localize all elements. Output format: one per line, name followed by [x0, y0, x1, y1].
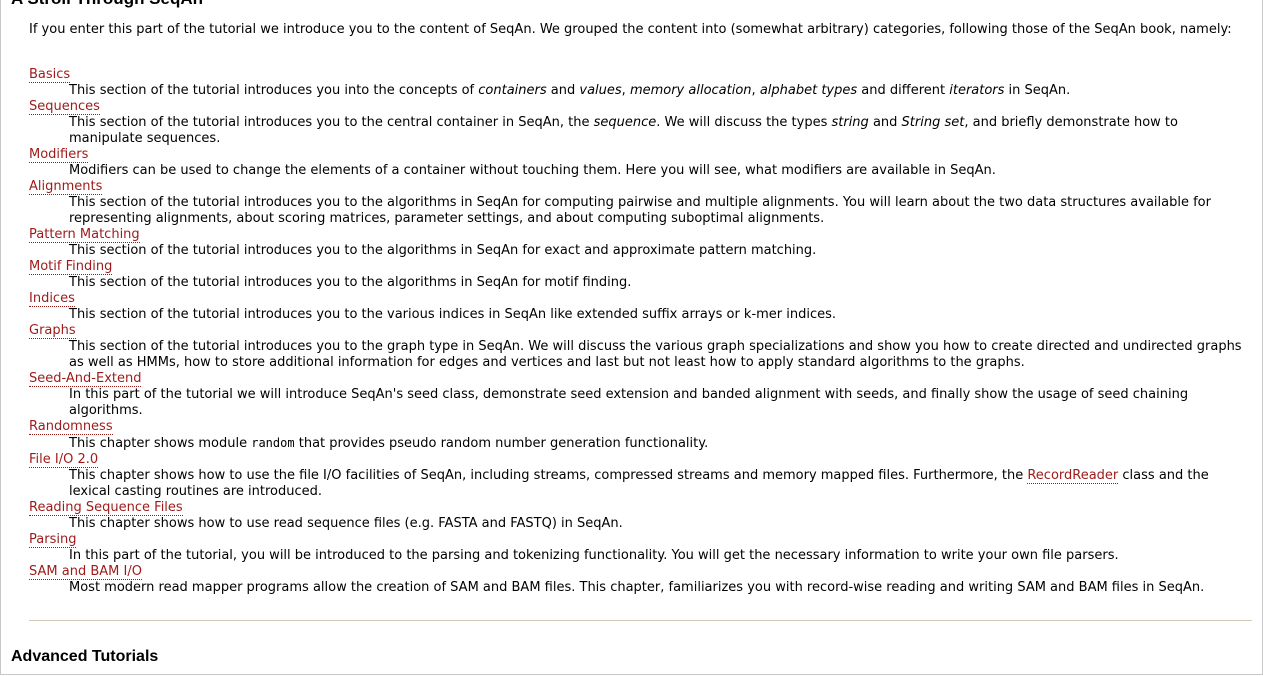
topic-description: In this part of the tutorial, you will b…: [69, 548, 1253, 564]
topic-description: Most modern read mapper programs allow t…: [69, 580, 1253, 596]
description-text: This section of the tutorial introduces …: [69, 83, 479, 98]
description-text: Most modern read mapper programs allow t…: [69, 580, 1205, 595]
description-text: and: [868, 115, 902, 130]
topic-link[interactable]: Randomness: [29, 419, 113, 435]
description-text: This chapter shows module: [69, 436, 252, 451]
emphasis-text: memory allocation: [629, 83, 752, 98]
topic-term: Alignments: [29, 179, 1253, 195]
inline-link[interactable]: RecordReader: [1027, 468, 1119, 484]
topic-term: Seed-And-Extend: [29, 371, 1253, 387]
topic-link[interactable]: Reading Sequence Files: [29, 500, 183, 516]
topic-description: This section of the tutorial introduces …: [69, 83, 1253, 99]
description-text: This section of the tutorial introduces …: [69, 339, 1242, 370]
topic-link[interactable]: Pattern Matching: [29, 227, 140, 243]
topic-description: This section of the tutorial introduces …: [69, 307, 1253, 323]
description-text: This section of the tutorial introduces …: [69, 115, 594, 130]
topic-description: Modifiers can be used to change the elem…: [69, 163, 1253, 179]
emphasis-text: String set: [901, 115, 965, 130]
emphasis-text: values: [579, 83, 622, 98]
topic-link[interactable]: Seed-And-Extend: [29, 371, 142, 387]
topic-term: Indices: [29, 291, 1253, 307]
topic-term: SAM and BAM I/O: [29, 564, 1253, 580]
section-title: A Stroll Through SeqAn: [11, 0, 203, 9]
topic-link[interactable]: Alignments: [29, 179, 103, 195]
description-text: This section of the tutorial introduces …: [69, 243, 817, 258]
topic-term: Graphs: [29, 323, 1253, 339]
topic-link[interactable]: Graphs: [29, 323, 76, 339]
topic-link[interactable]: SAM and BAM I/O: [29, 564, 142, 580]
advanced-tutorials-heading: Advanced Tutorials: [11, 648, 159, 665]
topic-term: File I/O 2.0: [29, 452, 1253, 468]
description-text: and different: [857, 83, 950, 98]
description-text: This chapter shows how to use the file I…: [69, 468, 1028, 483]
topic-term: Reading Sequence Files: [29, 500, 1253, 516]
topic-term: Randomness: [29, 419, 1253, 435]
topic-term: Motif Finding: [29, 259, 1253, 275]
description-text: Modifiers can be used to change the elem…: [69, 163, 996, 178]
description-text: This chapter shows how to use read seque…: [69, 516, 623, 531]
code-text: random: [251, 436, 295, 450]
topic-description: This chapter shows how to use the file I…: [69, 468, 1253, 500]
description-text: in SeqAn.: [1004, 83, 1071, 98]
description-text: This section of the tutorial introduces …: [69, 275, 632, 290]
topic-link[interactable]: Parsing: [29, 532, 77, 548]
description-text: In this part of the tutorial, you will b…: [69, 548, 1119, 563]
topic-description: This chapter shows how to use read seque…: [69, 516, 1253, 532]
topic-term: Modifiers: [29, 147, 1253, 163]
topic-term: Pattern Matching: [29, 227, 1253, 243]
emphasis-text: sequence: [593, 115, 657, 130]
topic-description: This section of the tutorial introduces …: [69, 195, 1253, 227]
topic-link[interactable]: Indices: [29, 291, 75, 307]
description-text: This section of the tutorial introduces …: [69, 307, 837, 322]
description-text: . We will discuss the types: [656, 115, 832, 130]
topic-link[interactable]: File I/O 2.0: [29, 452, 99, 468]
description-text: ,: [621, 83, 630, 98]
topic-description: In this part of the tutorial we will int…: [69, 387, 1253, 419]
emphasis-text: iterators: [949, 83, 1005, 98]
topic-link[interactable]: Basics: [29, 67, 71, 83]
topic-link[interactable]: Modifiers: [29, 147, 89, 163]
section-divider: [29, 620, 1252, 621]
emphasis-text: containers: [478, 83, 547, 98]
description-text: that provides pseudo random number gener…: [294, 436, 709, 451]
topic-term: Parsing: [29, 532, 1253, 548]
topic-description: This section of the tutorial introduces …: [69, 115, 1253, 147]
description-text: In this part of the tutorial we will int…: [69, 387, 1189, 418]
description-text: This section of the tutorial introduces …: [69, 195, 1211, 226]
emphasis-text: alphabet types: [759, 83, 858, 98]
topic-link[interactable]: Sequences: [29, 99, 100, 115]
topic-term: Basics: [29, 67, 1253, 83]
emphasis-text: string: [831, 115, 869, 130]
topic-list: Basics This section of the tutorial intro…: [29, 67, 1253, 596]
topic-term: Sequences: [29, 99, 1253, 115]
topic-description: This section of the tutorial introduces …: [69, 275, 1253, 291]
description-text: ,: [751, 83, 760, 98]
intro-paragraph: If you enter this part of the tutorial w…: [29, 22, 1232, 37]
topic-link[interactable]: Motif Finding: [29, 259, 113, 275]
topic-description: This chapter shows module random that pr…: [69, 435, 1253, 452]
description-text: and: [546, 83, 580, 98]
topic-description: This section of the tutorial introduces …: [69, 339, 1253, 371]
topic-description: This section of the tutorial introduces …: [69, 243, 1253, 259]
